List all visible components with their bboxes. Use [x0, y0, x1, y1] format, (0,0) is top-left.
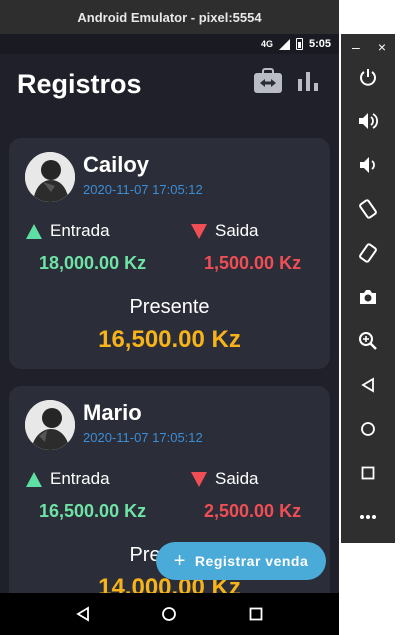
entry-value: 18,000.00 Kz	[39, 253, 147, 273]
exit-label: Saida	[215, 469, 259, 488]
close-icon[interactable]: ×	[378, 39, 386, 56]
back-icon	[361, 377, 374, 393]
exit-label: Saida	[215, 221, 259, 240]
window-title: Android Emulator - pixel:5554	[0, 0, 339, 34]
home-button[interactable]	[341, 411, 395, 447]
present-label: Presente	[129, 296, 210, 318]
avatar	[25, 400, 75, 450]
emulator-side-panel: – ×	[341, 34, 395, 543]
screenshot-button[interactable]	[341, 279, 395, 315]
entry-label: Entrada	[50, 469, 110, 488]
zoom-icon	[359, 332, 377, 350]
more-icon	[360, 515, 376, 519]
rotate-right-icon	[359, 243, 377, 263]
power-button[interactable]	[341, 59, 395, 95]
entry-label: Entrada	[50, 221, 110, 240]
rotate-left-button[interactable]	[341, 191, 395, 227]
arrow-up-icon	[26, 471, 42, 487]
page-title: Registros	[17, 68, 142, 99]
rotate-right-button[interactable]	[341, 235, 395, 271]
nav-back-icon[interactable]	[75, 606, 91, 622]
nav-home-icon[interactable]	[161, 606, 177, 622]
entry-row: Entrada	[26, 221, 110, 241]
status-time: 5:05	[308, 38, 331, 50]
volume-up-button[interactable]	[341, 103, 395, 139]
register-sale-label: Registrar venda	[194, 553, 309, 569]
volume-down-icon	[360, 157, 375, 173]
status-bar: 4G 5:05	[0, 34, 339, 54]
phone-screen: 4G 5:05 Registros Cailoy 2020-11-07 17:0…	[0, 34, 339, 635]
battery-icon	[295, 38, 303, 50]
present-value: 16,500.00 Kz	[98, 326, 241, 353]
plus-icon: +	[173, 550, 186, 572]
more-button[interactable]	[341, 499, 395, 535]
bar-chart-icon[interactable]	[297, 70, 319, 92]
zoom-button[interactable]	[341, 323, 395, 359]
exit-row: Saida	[191, 469, 258, 489]
home-icon	[361, 422, 375, 436]
navigation-bar	[0, 593, 339, 635]
camera-icon	[360, 290, 376, 304]
rotate-left-icon	[359, 199, 377, 219]
emulator-window: Android Emulator - pixel:5554 4G 5:05 Re…	[0, 0, 339, 635]
signal-strength-icon	[278, 38, 290, 50]
volume-up-icon	[359, 113, 379, 129]
app-bar: Registros	[0, 54, 339, 114]
minimize-icon[interactable]: –	[352, 39, 360, 56]
register-sale-button[interactable]: + Registrar venda	[156, 542, 326, 580]
signal-icon: 4G	[260, 39, 273, 49]
transfer-icon[interactable]	[253, 68, 283, 94]
arrow-down-icon	[191, 471, 207, 487]
exit-value: 1,500.00 Kz	[204, 253, 302, 273]
volume-down-button[interactable]	[341, 147, 395, 183]
record-date: 2020-11-07 17:05:12	[83, 182, 203, 197]
entry-value: 16,500.00 Kz	[39, 501, 147, 521]
overview-icon	[361, 466, 375, 480]
power-icon	[360, 69, 376, 86]
arrow-up-icon	[26, 223, 42, 239]
arrow-down-icon	[191, 223, 207, 239]
record-card[interactable]: Mario 2020-11-07 17:05:12 Entrada 16,500…	[9, 386, 330, 617]
overview-button[interactable]	[341, 455, 395, 491]
exit-row: Saida	[191, 221, 258, 241]
nav-overview-icon[interactable]	[248, 606, 264, 622]
back-button[interactable]	[341, 367, 395, 403]
record-date: 2020-11-07 17:05:12	[83, 430, 203, 445]
record-card[interactable]: Cailoy 2020-11-07 17:05:12 Entrada 18,00…	[9, 138, 330, 369]
record-name: Cailoy	[83, 152, 150, 177]
avatar	[25, 152, 75, 202]
entry-row: Entrada	[26, 469, 110, 489]
exit-value: 2,500.00 Kz	[204, 501, 302, 521]
record-name: Mario	[83, 400, 142, 425]
